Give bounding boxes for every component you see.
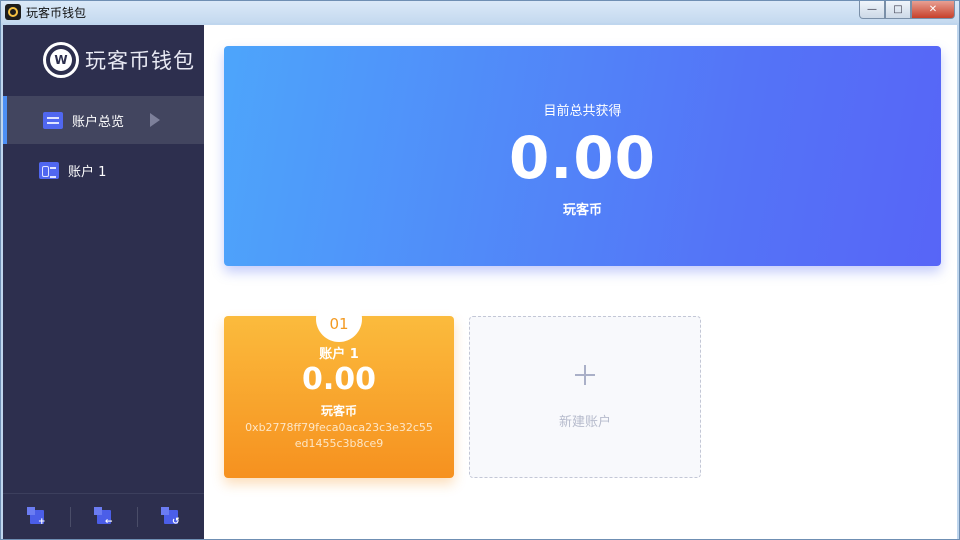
- list-icon: [43, 111, 63, 129]
- add-wallet-icon: +: [26, 506, 46, 526]
- minimize-button[interactable]: —: [859, 1, 885, 19]
- account-card[interactable]: 01 账户 1 0.00 玩客币 0xb2778ff79feca0aca23c3…: [224, 296, 454, 478]
- sidebar-item-overview[interactable]: 账户总览: [3, 96, 204, 144]
- window-controls: — □ ✕: [859, 1, 955, 19]
- restore-wallet-icon: ↺: [160, 506, 180, 526]
- account-address: 0xb2778ff79feca0aca23c3e32c55ed1455c3b8c…: [245, 421, 433, 450]
- restore-wallet-button[interactable]: ↺: [137, 494, 204, 540]
- sidebar-footer: + ← ↺: [3, 493, 204, 539]
- add-wallet-button[interactable]: +: [3, 494, 70, 540]
- import-wallet-icon: ←: [93, 506, 113, 526]
- new-account-label: 新建账户: [558, 415, 611, 430]
- new-account-button[interactable]: 新建账户: [469, 316, 701, 478]
- maximize-button[interactable]: □: [885, 1, 911, 19]
- sidebar: W 玩客币钱包 账户总览 账户 1 + ← ↺: [3, 25, 204, 539]
- window-title: 玩客币钱包: [26, 5, 87, 20]
- account-index-badge: 01: [316, 296, 362, 342]
- account-unit: 玩客币: [320, 404, 357, 418]
- account-name: 账户 1: [319, 347, 359, 362]
- app-logo: W 玩客币钱包: [43, 42, 195, 78]
- app-icon: [5, 4, 21, 20]
- total-earnings-label: 目前总共获得: [543, 104, 622, 119]
- logo-text: 玩客币钱包: [85, 49, 195, 73]
- app-window: 玩客币钱包 — □ ✕ W 玩客币钱包 账户总览 账户 1 + ← ↺ 目前总共…: [0, 0, 960, 540]
- title-bar[interactable]: 玩客币钱包 — □ ✕: [1, 1, 959, 23]
- total-earnings-unit: 玩客币: [562, 203, 602, 218]
- import-wallet-button[interactable]: ←: [70, 494, 137, 540]
- plus-icon: [575, 365, 595, 385]
- account-balance: 0.00: [301, 362, 377, 397]
- logo-letter: W: [50, 49, 72, 71]
- logo-icon: W: [43, 42, 79, 78]
- id-card-icon: [39, 161, 59, 179]
- sidebar-item-label: 账户 1: [68, 164, 107, 180]
- caret-right-icon: [150, 113, 160, 127]
- total-earnings-card: 目前总共获得 0.00 玩客币: [224, 46, 941, 266]
- close-button[interactable]: ✕: [911, 1, 955, 19]
- sidebar-item-label: 账户总览: [72, 114, 125, 130]
- total-earnings-amount: 0.00: [508, 124, 657, 192]
- sidebar-item-account-1[interactable]: 账户 1: [3, 146, 204, 194]
- client-area: W 玩客币钱包 账户总览 账户 1 + ← ↺ 目前总共获得 0.00 玩客币 …: [3, 25, 957, 539]
